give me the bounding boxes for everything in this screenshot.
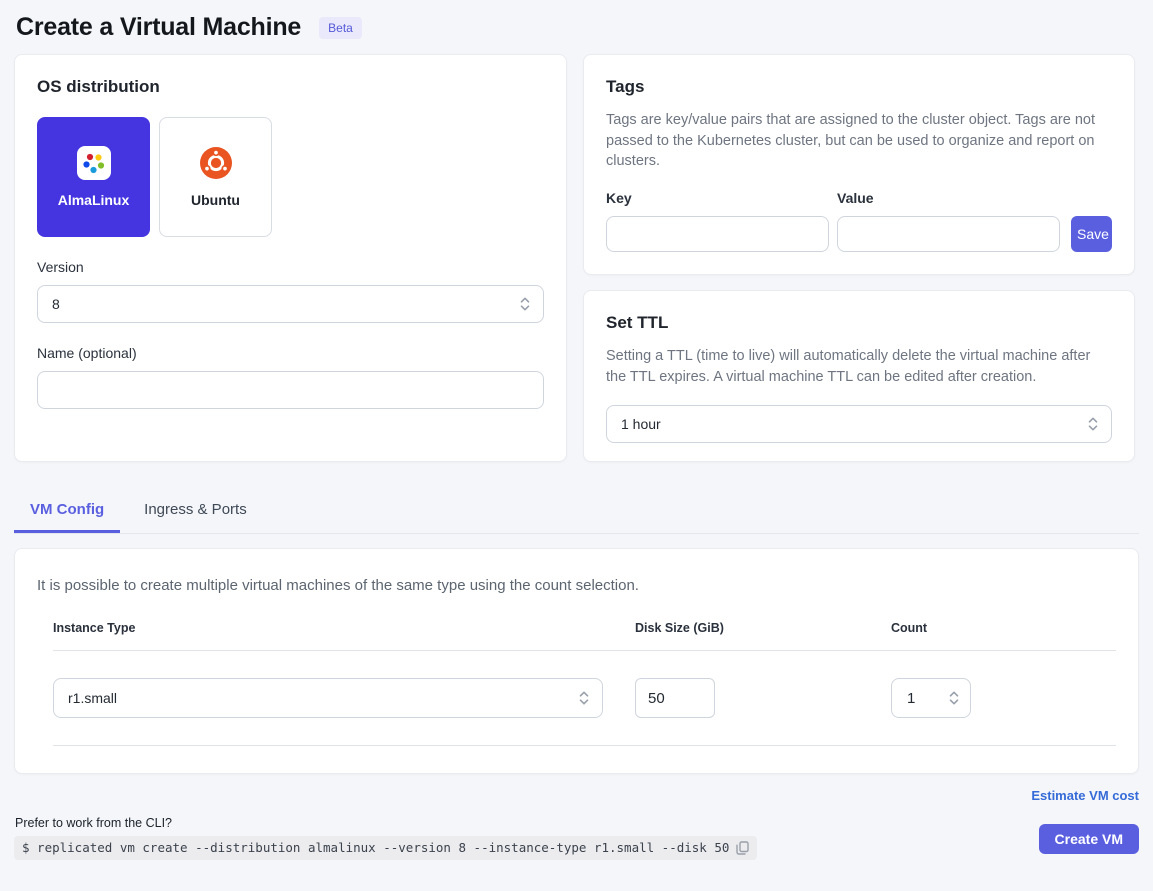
tag-value-input[interactable] — [837, 216, 1060, 252]
os-tile-ubuntu[interactable]: Ubuntu — [159, 117, 272, 237]
ttl-card: Set TTL Setting a TTL (time to live) wil… — [583, 290, 1135, 462]
os-tile-label: Ubuntu — [191, 192, 240, 208]
tag-key-input[interactable] — [606, 216, 829, 252]
tag-key-field: Key — [606, 190, 829, 252]
vm-table-header: Instance Type Disk Size (GiB) Count — [53, 621, 1116, 651]
key-label: Key — [606, 190, 829, 206]
chevron-updown-icon — [1087, 415, 1099, 433]
os-distribution-card: OS distribution AlmaLinux — [14, 54, 567, 462]
create-vm-button[interactable]: Create VM — [1039, 824, 1139, 854]
count-stepper[interactable]: 1 — [891, 678, 971, 718]
ttl-select-value: 1 hour — [621, 416, 661, 432]
version-select[interactable]: 8 — [37, 285, 544, 323]
tag-value-field: Value — [837, 190, 1060, 252]
os-tiles: AlmaLinux Ubuntu — [37, 117, 544, 237]
footer: Estimate VM cost Prefer to work from the… — [14, 787, 1139, 860]
cli-prompt: Prefer to work from the CLI? — [15, 816, 757, 830]
page-title: Create a Virtual Machine — [16, 13, 301, 42]
os-tile-label: AlmaLinux — [58, 192, 130, 208]
cli-command: $ replicated vm create --distribution al… — [22, 840, 729, 855]
os-distribution-title: OS distribution — [37, 77, 544, 97]
ttl-description: Setting a TTL (time to live) will automa… — [606, 346, 1112, 387]
vm-config-intro: It is possible to create multiple virtua… — [37, 577, 1116, 594]
column-count: Count — [891, 621, 1116, 635]
column-disk-size: Disk Size (GiB) — [635, 621, 891, 635]
beta-badge: Beta — [319, 17, 362, 39]
column-instance-type: Instance Type — [53, 621, 635, 635]
estimate-vm-cost-link[interactable]: Estimate VM cost — [1031, 788, 1139, 803]
vm-config-card: It is possible to create multiple virtua… — [14, 548, 1139, 774]
value-label: Value — [837, 190, 1060, 206]
page-header: Create a Virtual Machine Beta — [0, 0, 1153, 54]
tab-bar: VM Config Ingress & Ports — [14, 492, 1139, 534]
disk-size-input[interactable] — [635, 678, 715, 718]
tags-fields-row: Key Value Save — [606, 190, 1112, 252]
chevron-updown-icon — [519, 295, 531, 313]
ttl-select[interactable]: 1 hour — [606, 405, 1112, 443]
chevron-updown-icon — [578, 689, 590, 707]
right-column: Tags Tags are key/value pairs that are a… — [583, 54, 1135, 462]
instance-type-select[interactable]: r1.small — [53, 678, 603, 718]
cli-command-pill: $ replicated vm create --distribution al… — [14, 836, 757, 860]
tags-description: Tags are key/value pairs that are assign… — [606, 110, 1112, 172]
cli-block: Prefer to work from the CLI? $ replicate… — [14, 816, 757, 860]
version-label: Version — [37, 259, 544, 275]
ubuntu-logo-icon — [200, 146, 232, 180]
copy-icon[interactable] — [736, 841, 749, 855]
name-input[interactable] — [37, 371, 544, 409]
ttl-title: Set TTL — [606, 313, 1112, 333]
tags-title: Tags — [606, 77, 1112, 97]
tab-ingress-ports[interactable]: Ingress & Ports — [128, 492, 263, 533]
name-label: Name (optional) — [37, 345, 544, 361]
instance-type-value: r1.small — [68, 690, 117, 706]
top-cards: OS distribution AlmaLinux — [0, 54, 1153, 462]
os-tile-almalinux[interactable]: AlmaLinux — [37, 117, 150, 237]
count-value: 1 — [907, 690, 915, 707]
save-tag-button[interactable]: Save — [1071, 216, 1112, 252]
vm-table: Instance Type Disk Size (GiB) Count r1.s… — [53, 621, 1116, 746]
vm-table-row: r1.small 1 — [53, 651, 1116, 746]
tags-card: Tags Tags are key/value pairs that are a… — [583, 54, 1135, 275]
tab-vm-config[interactable]: VM Config — [14, 492, 120, 533]
version-select-value: 8 — [52, 296, 60, 312]
almalinux-logo-icon — [77, 146, 111, 180]
chevron-updown-icon — [948, 689, 960, 707]
